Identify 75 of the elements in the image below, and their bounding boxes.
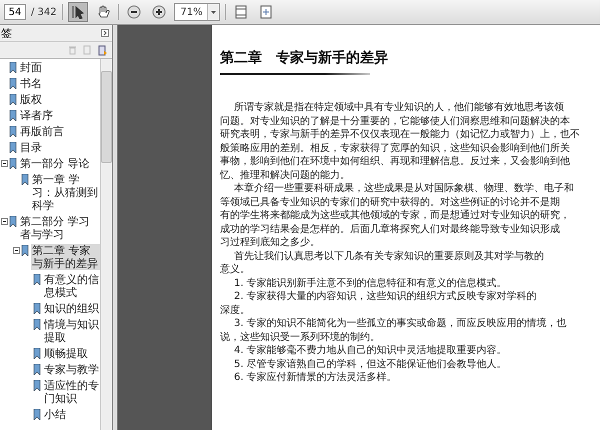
body-text-line: 2. 专家获得大量的内容知识，这些知识的组织方式反映专家对学科的 [233,290,538,304]
body-text-line: 1. 专家能识别新手注意不到的信息特征和有意义的信息模式。 [233,276,508,290]
bookmark-item[interactable]: 第二章 专家与新手的差异 [31,244,100,270]
body-text-line: 研究表明，专家与新手的差异不仅仅表现在一般能力（如记忆力或智力）上，也不 [220,128,581,142]
bookmark-item[interactable]: 封面 [19,61,43,74]
caret-icon [210,10,216,14]
body-text-line: 习过程到底知之多少。 [220,236,321,250]
bookmark-item[interactable]: 第一部分 导论 [19,157,90,170]
bookmark-icon [33,380,41,391]
hand-icon [96,5,110,19]
page-number-field[interactable]: 54 [4,4,26,20]
bookmark-icon [33,409,41,420]
fit-page-icon [234,5,247,19]
bookmark-item[interactable]: 第二部分 学习者与学习 [19,215,100,241]
body-text-line: 6. 专家应付新情景的方法灵活多样。 [233,371,398,384]
body-text-line: 4. 专家能够毫不费力地从自己的知识中灵活地提取重要内容。 [233,344,508,358]
bookmark-item[interactable]: 目录 [19,141,43,154]
zoom-field[interactable]: 71% [174,3,220,21]
bookmark-icon [9,126,17,137]
bookmark-icon [33,303,41,314]
body-text-line: 事物，影响到他们在环境中如何组织、再现和理解信息。反过来，又会影响到他 [220,155,571,168]
bookmark-item[interactable]: 知识的组织 [43,302,100,315]
bookmark-item[interactable]: 小结 [43,408,67,421]
body-text-line: 深度。 [220,304,251,317]
body-text-line: 首先让我们认真思考以下几条有关专家知识的重要原则及其对学与教的 [233,250,545,263]
collapse-panel-icon[interactable] [101,29,109,37]
bookmark-item[interactable]: 情境与知识提取 [43,318,100,344]
body-text-line: 所谓专家就是指在特定领域中具有专业知识的人，他们能够有效地思考该领 [233,101,565,114]
body-text-line: 等领域已具备专业知识的专家们的研究中获得的。对这些例证的讨论并不是期 [220,196,561,209]
bookmark-item[interactable]: 再版前言 [19,125,65,138]
dropdown-button[interactable] [206,4,219,20]
body-text-line: 本章介绍一些重要科研成果，这些成果是从对国际象棋、物理、数学、电子和 [233,182,575,196]
bookmark-item[interactable]: 有意义的信息模式 [43,273,100,299]
bookmark-item[interactable]: 版权 [19,93,43,106]
bookmark-icon [33,364,41,375]
bookmark-icon [21,245,29,256]
panel-title: 签 [1,26,12,40]
bookmark-item[interactable]: 专家与教学 [43,363,100,376]
body-text-line: 忆、推理和解决问题的能力。 [220,168,351,182]
fit-width-icon [260,5,272,19]
bookmark-item[interactable]: 译者序 [19,109,54,122]
body-text-line: 问题。对专业知识的了解是十分重要的，它能够使人们洞察思维和问题解决的本 [220,114,571,128]
page-count: / 342 [31,6,57,18]
body-text-line: 3. 专家的知识不能简化为一些孤立的事实或命题，而应反映应用的情境，也 [233,317,568,330]
bookmark-icon [33,319,41,330]
collapse-icon[interactable] [13,247,20,254]
body-text-line: 说，这些知识受一系列环境的制约。 [220,330,381,344]
bookmark-icon [9,142,17,153]
chapter-heading: 第二章 专家与新手的差异 [220,49,389,67]
bookmark-icon [9,158,17,169]
bookmark-item[interactable]: 顺畅提取 [43,347,89,360]
bookmark-options-icon[interactable] [98,44,108,56]
bookmark-item[interactable]: 适应性的专门知识 [43,379,100,405]
body-text-line: 5. 尽管专家谙熟自己的学科，但这不能保证他们会教导他人。 [233,358,508,371]
bookmark-icon [9,62,17,73]
bookmark-icon [9,94,17,105]
minus-icon [126,5,141,19]
bookmark-icon [33,274,41,285]
scrollbar[interactable] [100,59,112,430]
body-text-line: 般策略应用的差别。相反，专家获得了宽厚的知识，这些知识会影响到他们所关 [220,142,571,155]
bookmark-icon [9,78,17,89]
collapse-icon[interactable] [1,218,8,225]
bookmark-item[interactable]: 书名 [19,77,43,90]
collapse-icon[interactable] [1,160,8,167]
bookmark-icon [33,348,41,359]
plus-icon [152,5,166,19]
body-text-line: 有的学生将来都能成为这些或其他领域的专家，而是想通过对专业知识的研究， [220,209,571,222]
bookmark-icon [9,110,17,121]
bookmark-icon [21,174,29,185]
select-tool-icon [70,5,85,19]
bookmark-icon [9,216,17,227]
body-text-line: 意义。 [220,263,251,276]
select-tool-button[interactable] [68,2,88,22]
body-text-line: 成功的学习结果会是怎样的。后面几章将探究人们对最终能导致专业知识形成 [220,222,561,236]
bookmark-item[interactable]: 第一章 学习：从猜测到科学 [31,173,100,212]
